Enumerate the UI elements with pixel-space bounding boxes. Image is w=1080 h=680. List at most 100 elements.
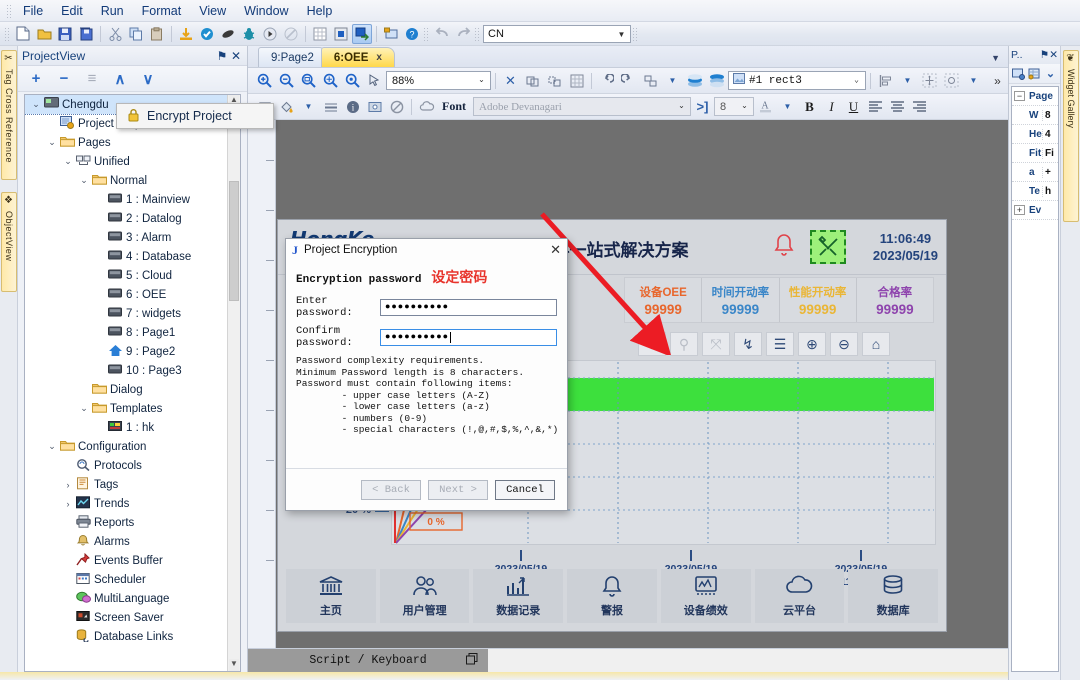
add-node-button[interactable]: +	[26, 69, 46, 89]
deploy-icon[interactable]	[352, 23, 372, 44]
stop-icon[interactable]	[281, 24, 301, 44]
align-right-icon[interactable]	[909, 96, 930, 117]
menu-item-run[interactable]: Run	[92, 2, 133, 20]
properties-grid[interactable]: − Page W 8 He 4 Fit Fi a + Te h + Ev	[1011, 86, 1059, 672]
tree-item[interactable]: ⌄ Pages	[25, 133, 227, 152]
redo-icon[interactable]	[453, 24, 473, 44]
property-row[interactable]: − Page	[1012, 87, 1058, 106]
nav-button[interactable]: 警报	[567, 569, 657, 623]
sidebar-tab-tag-cross-reference[interactable]: ✂ Tag Cross Reference	[1, 50, 17, 180]
menu-item-format[interactable]: Format	[133, 2, 191, 20]
chevron-down-icon[interactable]: ⌄	[475, 75, 488, 84]
menu-item-edit[interactable]: Edit	[52, 2, 92, 20]
move-up-button[interactable]: ∧	[110, 69, 130, 89]
tree-item[interactable]: Protocols	[25, 456, 227, 475]
tree-item[interactable]: Dialog	[25, 380, 227, 399]
tree-item[interactable]: ⌄ Configuration	[25, 437, 227, 456]
alarm-bell-icon[interactable]	[772, 232, 796, 265]
cut-icon[interactable]	[105, 24, 125, 44]
remove-node-button[interactable]: −	[54, 69, 74, 89]
widget-gallery-tab[interactable]: ❦ Widget Gallery	[1063, 50, 1079, 222]
close-icon[interactable]: ✕	[229, 49, 243, 63]
scrollbar-thumb[interactable]	[229, 181, 239, 301]
tree-item[interactable]: 2 : Datalog	[25, 209, 227, 228]
align-objects-icon[interactable]	[640, 70, 661, 91]
tab-oee[interactable]: 6:OEE x	[320, 47, 395, 67]
property-row[interactable]: W8	[1012, 106, 1058, 125]
chevron-down-icon[interactable]: ▼	[963, 70, 984, 91]
rename-node-button[interactable]: ≡	[82, 69, 102, 89]
menu-item-help[interactable]: Help	[298, 2, 342, 20]
rotate-left-icon[interactable]	[596, 70, 617, 91]
chevron-down-icon[interactable]: ⌄	[738, 101, 751, 110]
toolbar-grip-2[interactable]	[423, 26, 429, 41]
zoom-selection-icon[interactable]	[342, 70, 363, 91]
move-down-button[interactable]: ∨	[138, 69, 158, 89]
restore-window-icon[interactable]	[466, 652, 478, 669]
send-to-back-icon[interactable]	[706, 70, 727, 91]
menu-item-view[interactable]: View	[190, 2, 235, 20]
enter-password-input[interactable]: ●●●●●●●●●●	[380, 298, 557, 316]
cancel-button[interactable]: Cancel	[495, 479, 555, 500]
next-button[interactable]: Next >	[428, 479, 488, 500]
zoom-out-icon[interactable]: ⊖	[830, 332, 858, 356]
tab-page2[interactable]: 9:Page2	[258, 47, 327, 67]
tree-item[interactable]: Scheduler	[25, 570, 227, 589]
menu-grip[interactable]	[6, 3, 12, 18]
tree-item[interactable]: Screen Saver	[25, 608, 227, 627]
tree-item[interactable]: › Tags	[25, 475, 227, 494]
property-expander[interactable]: +	[1014, 205, 1025, 215]
bring-to-front-icon[interactable]	[684, 70, 705, 91]
pin-icon[interactable]: ⚑	[215, 49, 229, 63]
info-icon[interactable]: i	[342, 96, 363, 117]
page-props-icon[interactable]	[1011, 66, 1026, 82]
language-combo[interactable]: CN ▼	[483, 24, 631, 43]
tree-item[interactable]: MultiLanguage	[25, 589, 227, 608]
pan-icon[interactable]: ✣	[638, 332, 666, 356]
twisty-icon[interactable]: ⌄	[29, 99, 43, 110]
tree-scrollbar[interactable]: ▲ ▼	[227, 95, 240, 671]
download-icon[interactable]	[176, 24, 196, 44]
property-expander[interactable]: −	[1014, 91, 1025, 101]
nav-button[interactable]: 云平台	[754, 569, 845, 623]
confirm-password-input[interactable]: ●●●●●●●●●●	[380, 328, 557, 346]
object-selector-combo[interactable]: #1 rect3 ⌄	[728, 71, 866, 90]
context-menu-item-encrypt-project[interactable]: Encrypt Project	[117, 104, 273, 128]
tree-item[interactable]: 7 : widgets	[25, 304, 227, 323]
bold-button[interactable]: B	[799, 96, 820, 117]
pin-icon[interactable]: ⚑	[1040, 49, 1049, 61]
distribute-icon[interactable]	[941, 70, 962, 91]
tree-item[interactable]: Alarms	[25, 532, 227, 551]
group-icon[interactable]	[522, 70, 543, 91]
context-menu[interactable]: Encrypt Project	[116, 103, 274, 129]
nav-button[interactable]: 数据库	[848, 569, 939, 623]
grid-snap-icon[interactable]	[566, 70, 587, 91]
grid-icon[interactable]	[310, 24, 330, 44]
close-icon[interactable]: x	[376, 52, 382, 63]
paste-icon[interactable]	[147, 24, 167, 44]
twisty-icon[interactable]: ⌄	[77, 175, 91, 186]
tree-item[interactable]: ⌄ Unified	[25, 152, 227, 171]
tree-item[interactable]: 6 : OEE	[25, 285, 227, 304]
image-insert-icon[interactable]	[364, 96, 385, 117]
nav-button[interactable]: 设备绩效	[660, 569, 751, 623]
toolbar-overflow-button[interactable]: »	[987, 70, 1008, 91]
tree-item[interactable]: ⌄ Normal	[25, 171, 227, 190]
line-width-icon[interactable]	[320, 96, 341, 117]
property-row[interactable]: a +	[1012, 163, 1058, 182]
more-icon[interactable]: ⌄	[1043, 66, 1058, 82]
no-fill-icon[interactable]	[386, 96, 407, 117]
remote-icon[interactable]	[381, 24, 401, 44]
tree-item[interactable]: 1 : Mainview	[25, 190, 227, 209]
project-tree[interactable]: ⌄ChengduProject Properties⌄Pages⌄Unified…	[24, 94, 241, 672]
sidebar-tab-objectview[interactable]: ❖ ObjectView	[1, 192, 17, 292]
toolbar-grip-1[interactable]	[4, 26, 10, 41]
tree-item[interactable]: Reports	[25, 513, 227, 532]
tree-item[interactable]: › Trends	[25, 494, 227, 513]
chevron-down-icon[interactable]: ▼	[298, 96, 319, 117]
select-object-icon[interactable]	[364, 70, 385, 91]
eraser-icon[interactable]	[218, 24, 238, 44]
chevron-down-icon[interactable]: ⌄	[675, 101, 688, 110]
tree-item[interactable]: Events Buffer	[25, 551, 227, 570]
italic-button[interactable]: I	[821, 96, 842, 117]
